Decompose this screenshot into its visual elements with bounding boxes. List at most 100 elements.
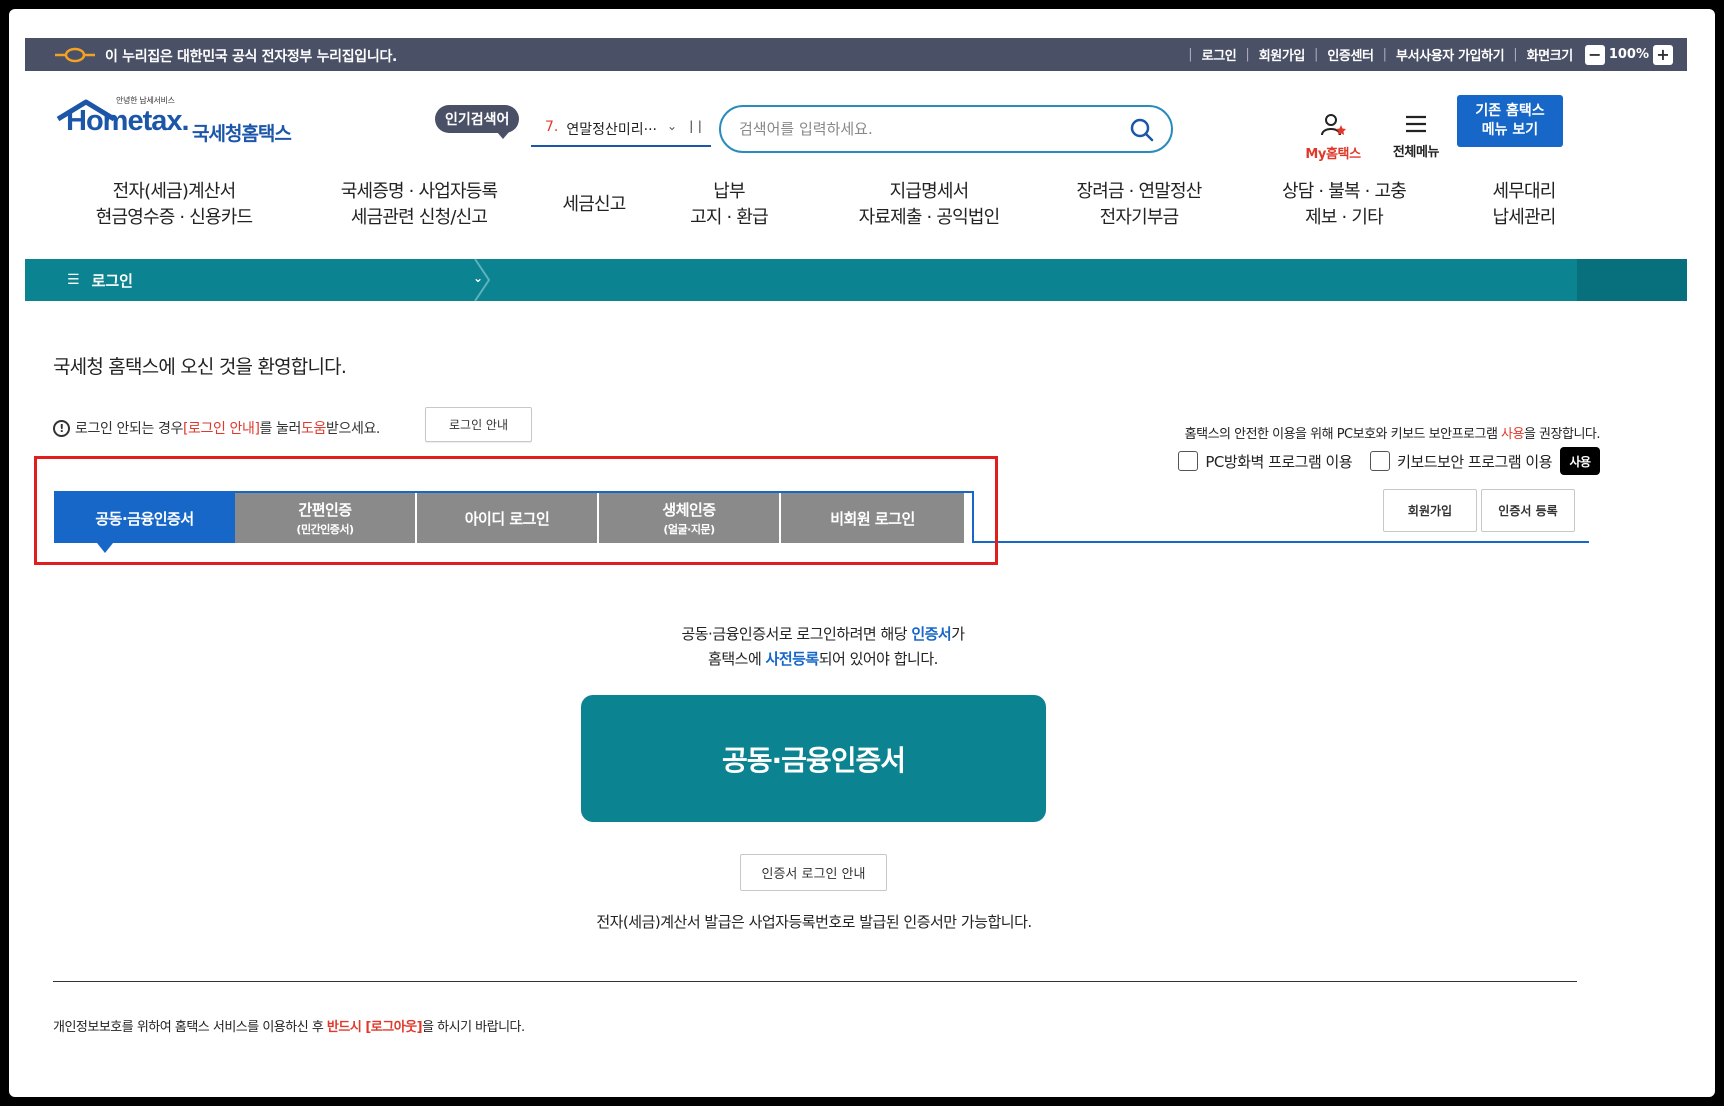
tab-simple-auth[interactable]: 간편인증 (민간인증서) [235,493,417,543]
nav-label-line1: 지급명세서 [889,181,970,202]
use-button[interactable]: 사용 [1560,447,1600,475]
nav-tax-agent[interactable]: 세무대리납세관리 [1469,179,1579,231]
breadcrumb-dropdown[interactable]: ☰ 로그인 ⌄ [53,259,503,301]
popular-search-ticker[interactable]: 7. 연말정산미리··· ⌄ | | [531,115,711,147]
tab-guest-login[interactable]: 비회원 로그인 [781,493,964,543]
tab-biometric[interactable]: 생체인증 (얼굴·지문) [599,493,781,543]
nav-label-line1: 세금신고 [562,194,626,215]
my-hometax-label: My홈택스 [1305,147,1361,162]
nav-label-line2: 현금영수증 · 신용카드 [95,207,253,228]
page: 이 누리집은 대한민국 공식 전자정부 누리집입니다. | 로그인 | 회원가입… [9,9,1715,1097]
login-method-tabs: 공동·금융인증서 간편인증 (민간인증서) 아이디 로그인 생체인증 (얼굴·지… [54,491,974,543]
nav-label-line2: 납세관리 [1492,207,1556,228]
util-login-link[interactable]: 로그인 [1202,45,1237,64]
tab-id-login[interactable]: 아이디 로그인 [417,493,599,543]
tab-label: 아이디 로그인 [464,509,550,528]
search-box [719,105,1173,153]
location-bar-end [1577,259,1687,301]
gov-banner: 이 누리집은 대한민국 공식 전자정부 누리집입니다. | 로그인 | 회원가입… [25,38,1687,71]
signup-button[interactable]: 회원가입 [1383,489,1477,532]
nav-label-line2: 전자기부금 [1099,207,1180,228]
nav-label-line1: 상담 · 불복 · 고충 [1281,181,1407,202]
cert-desc-line1-post: 가 [951,625,965,643]
cert-desc-line2-highlight: 사전등록 [765,650,820,668]
cert-desc-line1-pre: 공동·금융인증서로 로그인하려면 해당 [681,625,912,643]
nav-label-line1: 전자(세금)계산서 [112,181,237,202]
breadcrumb-current: 로그인 [91,271,133,290]
nav-tax-certificate[interactable]: 국세증명 · 사업자등록세금관련 신청/신고 [314,179,524,231]
chevron-down-icon[interactable]: ⌄ [667,119,677,133]
hometax-logo[interactable]: 안녕한 납세서비스 Hometax. 국세청홈택스 [56,95,296,151]
pause-icon[interactable]: | | [689,119,702,133]
help-text-pre: 로그인 안되는 경우 [75,421,183,437]
popular-search-badge: 인기검색어 [435,105,520,139]
nav-tax-report[interactable]: 세금신고 [549,192,639,218]
my-hometax-button[interactable]: My홈택스 [1295,113,1371,162]
util-cert-center-link[interactable]: 인증센터 [1327,45,1374,64]
search-input[interactable] [739,117,1099,141]
keyboard-security-checkbox[interactable] [1370,451,1391,471]
nav-label-line1: 납부 [713,181,745,202]
tab-joint-financial-cert[interactable]: 공동·금융인증서 [54,493,235,543]
cert-register-button[interactable]: 인증서 등록 [1481,489,1575,532]
nav-payment[interactable]: 납부고지 · 환급 [674,179,784,231]
nav-payment-statement[interactable]: 지급명세서자료제출 · 공익법인 [839,179,1019,231]
util-signup-link[interactable]: 회원가입 [1259,45,1306,64]
help-text-highlight: 도움 [301,421,326,437]
zoom-out-button[interactable]: − [1584,44,1605,65]
security-notice-highlight: 사용 [1501,427,1524,442]
user-star-icon [1321,114,1346,136]
util-screen-size-label: 화면크기 [1526,49,1574,64]
nav-consult[interactable]: 상담 · 불복 · 고충제보 · 기타 [1259,179,1429,231]
nav-e-invoice[interactable]: 전자(세금)계산서현금영수증 · 신용카드 [69,179,279,231]
page-title: 국세청 홈택스에 오신 것을 환영합니다. [53,356,347,378]
tab-label: 공동·금융인증서 [95,509,194,528]
nav-label-line2: 세금관련 신청/신고 [350,207,488,228]
hamburger-icon [1406,115,1426,133]
logo-wordmark: Hometax. [66,105,190,137]
tab-sublabel: (민간인증서) [296,523,354,536]
all-menu-button[interactable]: 전체메뉴 [1381,113,1451,160]
cert-desc-line2-pre: 홈택스에 [708,650,766,668]
help-text-mid: 를 눌러 [259,421,302,437]
active-tab-caret [97,543,113,553]
logo-korean-name: 국세청홈택스 [192,123,292,145]
cert-desc-line2-post: 되어 있어야 합니다. [818,650,939,668]
login-help-text: ! 로그인 안되는 경우 [로그인 안내] 를 눌러 도움 받으세요. [53,418,380,438]
info-icon: ! [53,419,70,437]
login-guide-button[interactable]: 로그인 안내 [425,407,532,442]
popular-search-rank: 7. [545,119,559,135]
cert-note: 전자(세금)계산서 발급은 사업자등록번호로 발급된 인증서만 가능합니다. [596,913,1032,931]
nav-label-line2: 고지 · 환급 [690,207,769,228]
firewall-checkbox[interactable] [1178,451,1199,471]
old-hometax-menu-button[interactable]: 기존 홈택스 메뉴 보기 [1457,95,1563,147]
firewall-label: PC방화벽 프로그램 이용 [1205,452,1353,471]
security-notice-pre: 홈택스의 안전한 이용을 위해 PC보호와 키보드 보안프로그램 [1184,427,1502,442]
cert-desc-line1-highlight: 인증서 [911,625,952,643]
cert-login-guide-button[interactable]: 인증서 로그인 안내 [740,854,887,891]
security-options: PC방화벽 프로그램 이용 키보드보안 프로그램 이용 사용 [1178,447,1600,475]
nav-incentive-yearend[interactable]: 장려금 · 연말정산전자기부금 [1054,179,1224,231]
search-icon[interactable] [1129,117,1155,143]
cert-description: 공동·금융인증서로 로그인하려면 해당 인증서가 홈택스에 사전등록되어 있어야… [629,622,1017,672]
util-dept-user-link[interactable]: 부서사용자 가입하기 [1396,45,1505,64]
zoom-in-button[interactable]: + [1653,44,1673,65]
zoom-level: 100% [1608,47,1649,62]
gov-symbol-icon [55,47,95,63]
nav-label-line1: 세무대리 [1492,181,1556,202]
cert-login-button[interactable]: 공동·금융인증서 [581,695,1046,822]
nav-label-line1: 장려금 · 연말정산 [1076,181,1202,202]
nav-label-line2: 자료제출 · 공익법인 [858,207,1001,228]
privacy-notice-pre: 개인정보보호를 위하여 홈택스 서비스를 이용하신 후 [53,1020,327,1035]
tab-label: 생체인증 [662,501,716,519]
privacy-notice-post: 을 하시기 바랍니다. [422,1020,525,1035]
nav-label-line2: 제보 · 기타 [1305,207,1384,228]
screen-frame: 이 누리집은 대한민국 공식 전자정부 누리집입니다. | 로그인 | 회원가입… [0,0,1724,1106]
tab-label: 비회원 로그인 [830,509,915,528]
all-menu-label: 전체메뉴 [1392,145,1440,160]
old-menu-line2: 메뉴 보기 [1481,122,1539,138]
popular-search-term[interactable]: 연말정산미리··· [566,119,657,139]
nav-label-line1: 국세증명 · 사업자등록 [340,181,498,202]
keyboard-security-label: 키보드보안 프로그램 이용 [1397,452,1552,471]
location-bar: ☰ 로그인 ⌄ [25,259,1687,301]
